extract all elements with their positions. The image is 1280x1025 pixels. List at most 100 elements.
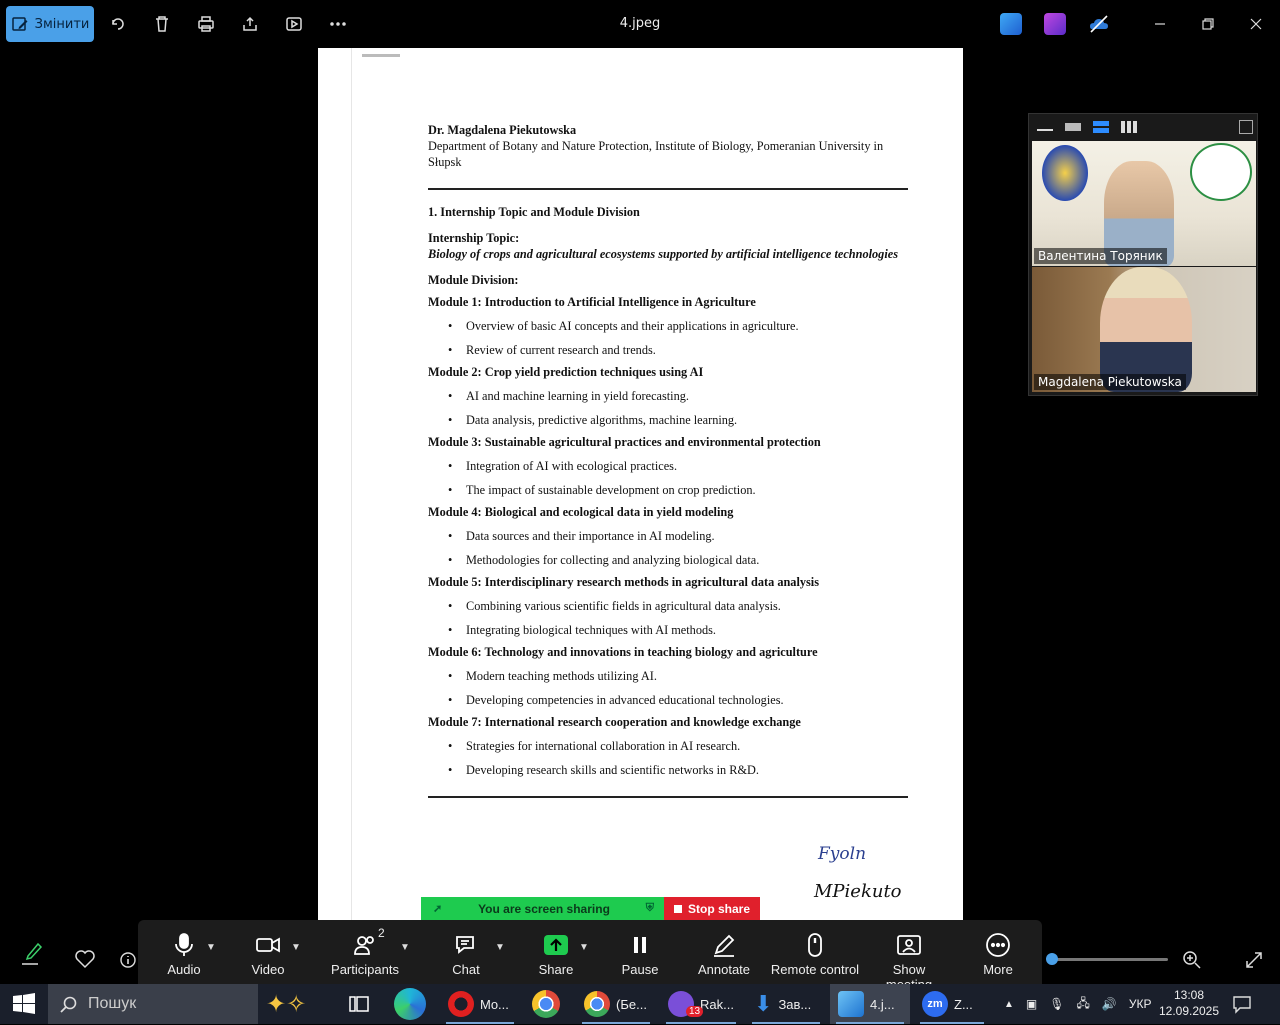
shield-icon: ⛨ (645, 902, 654, 914)
show-hidden-icons-icon[interactable]: ▲ (1004, 999, 1014, 1010)
clipchamp-icon[interactable] (1044, 13, 1066, 35)
language-indicator[interactable]: УКР (1129, 997, 1152, 1011)
designer-icon[interactable] (1000, 13, 1022, 35)
chat-button[interactable]: Chat (444, 930, 488, 977)
topic-text: Biology of crops and agricultural ecosys… (428, 247, 898, 261)
module-item: Data analysis, predictive algorithms, ma… (448, 412, 908, 428)
pause-share-button[interactable]: Pause (618, 930, 662, 977)
stop-share-button[interactable]: Stop share (664, 897, 760, 920)
slideshow-icon[interactable] (282, 12, 306, 36)
meeting-controls-bar: Audio ▼ Video ▼ Participants 2 ▼ Chat ▼ … (138, 920, 1042, 992)
module-item: Review of current research and trends. (448, 342, 908, 358)
zoom-slider[interactable] (1048, 958, 1168, 961)
taskbar-photos-label: 4.j... (870, 996, 895, 1012)
module-title: Module 7: International research coopera… (428, 715, 801, 729)
share-screen-icon (534, 930, 578, 960)
share-button[interactable]: Share (534, 930, 578, 977)
close-button[interactable] (1244, 12, 1268, 36)
microphone-tray-icon[interactable]: 🎙 (1049, 997, 1064, 1011)
draw-icon[interactable] (14, 938, 44, 968)
meeting-window-icon (868, 930, 950, 960)
notifications-icon[interactable] (1232, 994, 1252, 1014)
edge-browser-icon[interactable] (394, 988, 428, 1020)
gallery-view-icon[interactable] (1121, 121, 1137, 133)
single-view-icon[interactable] (1065, 123, 1081, 131)
video-button[interactable]: Video (242, 930, 294, 977)
volume-icon[interactable]: 🔊 (1102, 997, 1117, 1011)
module-items: Data sources and their importance in AI … (428, 528, 908, 568)
taskbar-zoom[interactable]: zm Z... (914, 984, 990, 1024)
search-icon (60, 996, 77, 1013)
start-button[interactable] (0, 984, 48, 1024)
module-item: Integration of AI with ecological practi… (448, 458, 908, 474)
audio-button[interactable]: Audio (158, 930, 210, 977)
search-box[interactable]: Пошук (48, 984, 258, 1024)
taskbar: Пошук ✦✧ Mo... (Бе... 13 Rak... ⬇ Зав...… (0, 984, 1280, 1024)
more-button[interactable]: More (976, 930, 1020, 977)
more-options-icon[interactable] (326, 12, 350, 36)
department-logo (1190, 143, 1252, 201)
video-camera-icon (242, 930, 294, 960)
taskbar-photos[interactable]: 4.j... (830, 984, 910, 1024)
onedrive-icon[interactable] (1088, 13, 1110, 35)
signature-1: Fyoln (818, 844, 867, 864)
sharing-status[interactable]: ➚ You are screen sharing ⛨ (421, 897, 664, 920)
share-options-caret[interactable]: ▼ (579, 942, 589, 953)
rotate-icon[interactable] (106, 12, 130, 36)
pause-label: Pause (621, 962, 659, 977)
taskbar-downloads[interactable]: ⬇ Зав... (746, 984, 826, 1024)
share-icon[interactable] (238, 12, 262, 36)
taskbar-viber[interactable]: 13 Rak... (660, 984, 742, 1024)
zoom-slider-knob[interactable] (1046, 953, 1058, 965)
video-options-caret[interactable]: ▼ (291, 942, 301, 953)
more-dots-icon (976, 930, 1020, 960)
copilot-sparkle-icon[interactable]: ✦✧ (266, 990, 306, 1019)
network-icon[interactable]: 🖧 (1076, 994, 1089, 1015)
video-label: Video (251, 962, 285, 977)
taskbar-opera[interactable]: Mo... (440, 984, 520, 1024)
minimize-video-icon[interactable] (1037, 123, 1053, 131)
pause-icon (618, 930, 662, 960)
video-tile-1[interactable]: Валентина Торяник (1032, 141, 1256, 266)
chat-options-caret[interactable]: ▼ (495, 942, 505, 953)
edit-button[interactable]: Змінити (6, 6, 94, 42)
audio-options-caret[interactable]: ▼ (206, 942, 216, 953)
stop-icon (673, 904, 682, 913)
meet-now-icon[interactable]: ▣ (1026, 997, 1037, 1011)
task-view-icon[interactable] (348, 993, 370, 1015)
module-items: Overview of basic AI concepts and their … (428, 318, 908, 358)
taskbar-chrome-window[interactable]: (Бе... (576, 984, 656, 1024)
video-tile-2[interactable]: Magdalena Piekutowska (1032, 267, 1256, 392)
module-item: Strategies for international collaborati… (448, 738, 908, 754)
delete-icon[interactable] (150, 12, 174, 36)
participants-count: 2 (378, 926, 385, 940)
restore-button[interactable] (1196, 12, 1220, 36)
windows-logo-icon (13, 993, 35, 1014)
screen-share-banner: ➚ You are screen sharing ⛨ Stop share (421, 897, 760, 920)
document-image: Dr. Magdalena Piekutowska Department of … (318, 48, 963, 920)
participants-options-caret[interactable]: ▼ (400, 942, 410, 953)
zoom-in-icon[interactable] (1182, 950, 1202, 970)
annotate-pen-icon (694, 930, 754, 960)
fullscreen-icon[interactable] (1244, 950, 1264, 970)
edit-image-icon (11, 17, 28, 31)
minimize-button[interactable] (1148, 12, 1172, 36)
search-placeholder: Пошук (88, 995, 137, 1012)
module-items: Combining various scientific fields in a… (428, 598, 908, 638)
expand-video-icon[interactable] (1239, 120, 1253, 134)
show-meeting-button[interactable]: Show meeting (868, 930, 950, 992)
annotate-button[interactable]: Annotate (694, 930, 754, 977)
stop-share-label: Stop share (687, 901, 750, 916)
print-icon[interactable] (194, 12, 218, 36)
favorite-icon[interactable] (74, 948, 96, 970)
remote-control-button[interactable]: Remote control (770, 930, 860, 977)
divider (428, 188, 908, 190)
clock[interactable]: 13:08 12.09.2025 (1152, 987, 1226, 1019)
remote-control-label: Remote control (770, 962, 860, 977)
participants-button[interactable]: Participants (320, 930, 410, 977)
opera-icon (448, 991, 474, 1017)
strip-view-icon[interactable] (1093, 121, 1109, 133)
chrome-icon[interactable] (532, 990, 560, 1018)
taskbar-downloads-label: Зав... (778, 996, 812, 1012)
info-icon[interactable] (118, 950, 138, 970)
